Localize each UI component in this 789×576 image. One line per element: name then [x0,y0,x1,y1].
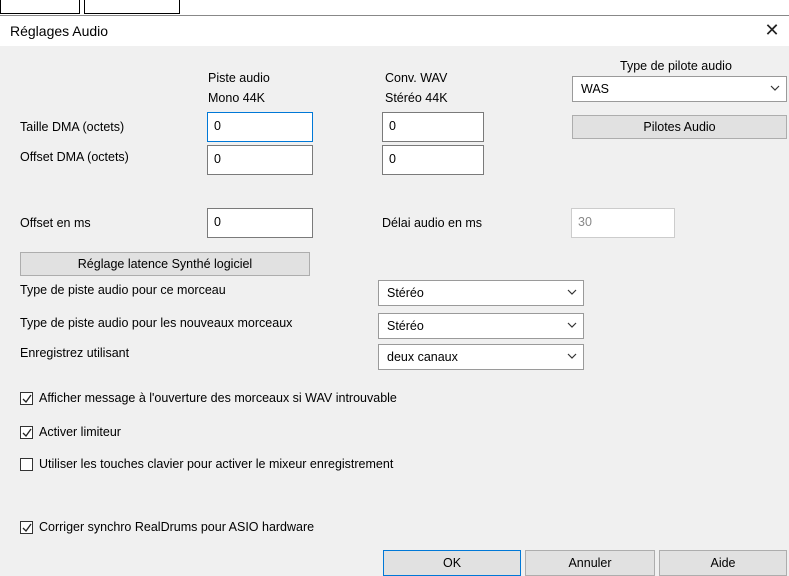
track-type-new-select[interactable]: Stéréo [378,313,584,339]
chevron-down-icon [567,353,577,359]
track-type-song-select[interactable]: Stéréo [378,280,584,306]
column-header-conv-line2: Stéréo 44K [385,91,448,105]
software-synth-latency-button[interactable]: Réglage latence Synthé logiciel [20,252,310,276]
keyboard-record-mixer-checkbox[interactable] [20,458,33,471]
column-header-conv-line1: Conv. WAV [385,71,448,85]
dma-offset-label: Offset DMA (octets) [20,150,129,164]
record-using-select[interactable]: deux canaux [378,344,584,370]
track-type-new-value: Stéréo [387,319,424,333]
audio-settings-dialog: Réglages Audio ✕ Piste audio Mono 44K Co… [0,15,789,576]
driver-type-label: Type de pilote audio [620,59,732,73]
checkmark-icon [22,394,32,404]
record-using-label: Enregistrez utilisant [20,346,130,360]
driver-type-value: WAS [581,82,610,96]
checkmark-icon [22,428,32,438]
chevron-down-icon [567,289,577,295]
dma-size-label: Taille DMA (octets) [20,120,125,134]
checkmark-icon [22,523,32,533]
background-window-fragment [84,0,180,14]
keyboard-record-mixer-label: Utiliser les touches clavier pour active… [39,457,394,471]
offset-ms-label: Offset en ms [20,216,91,230]
realdrums-asio-sync-checkbox[interactable] [20,521,33,534]
show-missing-wav-label: Afficher message à l'ouverture des morce… [39,391,397,405]
dma-offset-piste-input[interactable]: 0 [207,145,313,175]
audio-drivers-button[interactable]: Pilotes Audio [572,115,787,139]
background-window-fragment [0,0,80,14]
audio-delay-input: 30 [571,208,675,238]
cancel-button[interactable]: Annuler [525,550,655,576]
show-missing-wav-checkbox[interactable] [20,392,33,405]
realdrums-asio-sync-label: Corriger synchro RealDrums pour ASIO har… [39,520,315,534]
ok-button[interactable]: OK [383,550,521,576]
record-using-value: deux canaux [387,350,458,364]
offset-ms-input[interactable]: 0 [207,208,313,238]
dma-size-conv-input[interactable]: 0 [382,112,484,142]
track-type-song-label: Type de piste audio pour ce morceau [20,283,226,297]
audio-delay-label: Délai audio en ms [382,216,483,230]
track-type-new-label: Type de piste audio pour les nouveaux mo… [20,316,293,330]
track-type-song-value: Stéréo [387,286,424,300]
title-bar: Réglages Audio ✕ [0,16,789,46]
column-header-piste-line2: Mono 44K [208,91,265,105]
chevron-down-icon [567,322,577,328]
column-header-piste-line1: Piste audio [208,71,270,85]
close-icon[interactable]: ✕ [761,19,783,41]
dma-size-piste-input[interactable]: 0 [207,112,313,142]
chevron-down-icon [770,85,780,91]
dma-offset-conv-input[interactable]: 0 [382,145,484,175]
enable-limiter-checkbox[interactable] [20,426,33,439]
driver-type-select[interactable]: WAS [572,76,787,102]
enable-limiter-label: Activer limiteur [39,425,121,439]
dialog-title: Réglages Audio [10,23,109,39]
help-button[interactable]: Aide [659,550,787,576]
